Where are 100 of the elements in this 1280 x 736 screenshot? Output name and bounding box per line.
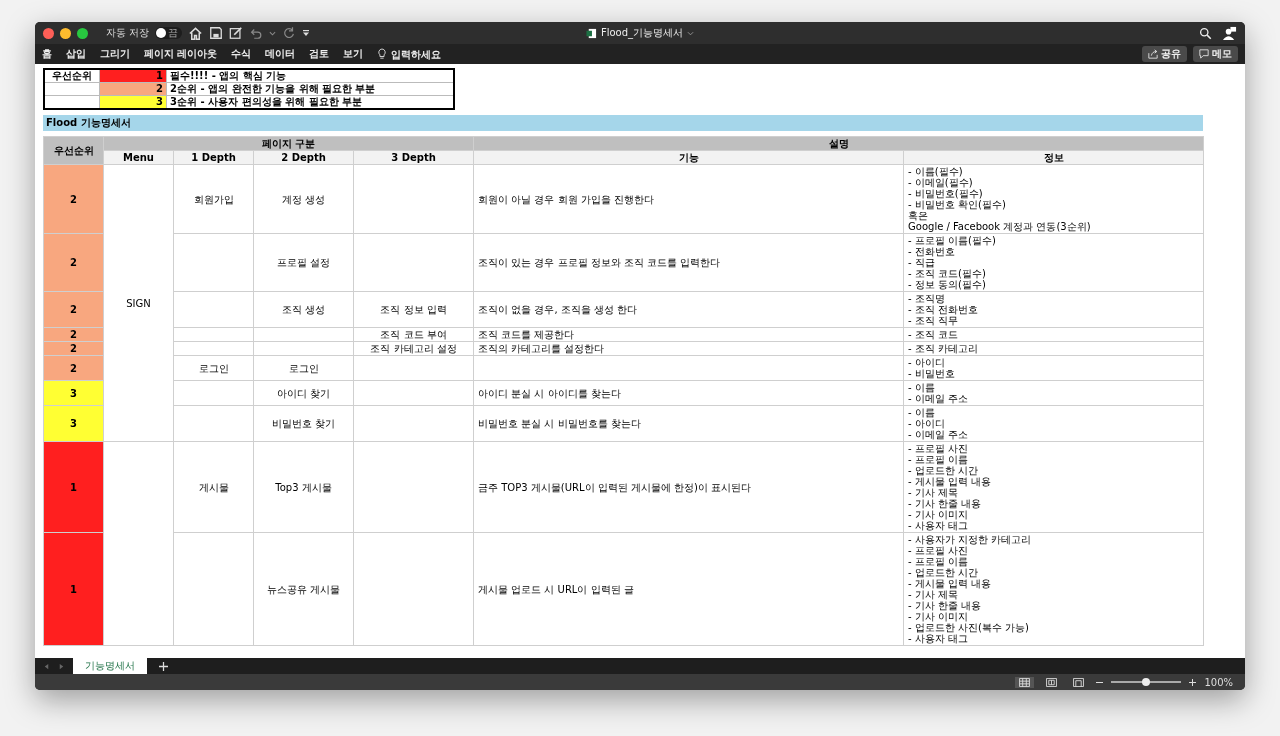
zoom-in-icon[interactable]	[1189, 678, 1197, 686]
table-cell: 아이디 분실 시 아이디를 찾는다	[473, 380, 904, 406]
info-line: - 업로드한 시간	[908, 567, 978, 578]
info-line: - 사용자 태그	[908, 633, 968, 644]
table-cell: 게시물	[173, 441, 254, 533]
table-cell: 조직이 있는 경우 프로필 정보와 조직 코드를 입력한다	[473, 233, 904, 292]
previous-sheet-icon[interactable]	[43, 662, 50, 670]
ribbon-tab[interactable]: 보기	[343, 47, 364, 61]
ribbon-tab[interactable]: 홈	[42, 47, 52, 61]
comments-button[interactable]: 메모	[1193, 46, 1238, 62]
info-line: - 조직 직무	[908, 315, 958, 326]
info-line: - 기사 제목	[908, 589, 958, 600]
priority-cell: 2	[43, 355, 104, 381]
ribbon-tab[interactable]: 페이지 레이아웃	[144, 47, 218, 61]
normal-view-icon[interactable]	[1015, 676, 1035, 688]
info-line: - 이름	[908, 407, 935, 418]
priority-description: 2순위 - 앱의 완전한 기능을 위해 필요한 부분	[166, 82, 454, 96]
table-cell: 회원가입	[173, 164, 254, 234]
share-button[interactable]: 공유	[1142, 46, 1187, 62]
next-sheet-icon[interactable]	[58, 662, 65, 670]
info-line: - 프로필 사진	[908, 443, 968, 454]
zoom-button[interactable]	[77, 27, 88, 39]
info-line: - 아이디	[908, 357, 945, 368]
info-line: - 조직 전화번호	[908, 304, 978, 315]
ribbon-tab[interactable]: 그리기	[100, 47, 130, 61]
info-line: - 기사 한줄 내용	[908, 498, 982, 509]
table-cell: 로그인	[253, 355, 354, 381]
table-cell: 조직의 카테고리를 설정한다	[473, 341, 904, 356]
save-icon[interactable]	[209, 26, 224, 40]
table-cell: 조직 코드를 제공한다	[473, 327, 904, 342]
edit-icon[interactable]	[229, 26, 244, 40]
table-cell: 조직이 없을 경우, 조직을 생성 한다	[473, 291, 904, 328]
ribbon-tab[interactable]: 삽입	[66, 47, 86, 61]
info-line: - 업로드한 사진(복수 가능)	[908, 622, 1029, 633]
table-cell: 게시물 업로드 시 URL이 입력된 글	[473, 532, 904, 646]
share-icon	[1148, 49, 1158, 59]
priority-cell: 2	[43, 233, 104, 292]
info-line: - 직급	[908, 257, 935, 268]
undo-icon[interactable]	[249, 26, 264, 40]
home-icon[interactable]	[188, 25, 204, 41]
table-cell: 조직 정보 입력	[353, 291, 474, 328]
info-line: - 아이디	[908, 418, 945, 429]
info-line: - 이메일 주소	[908, 393, 968, 404]
table-cell: 조직 카테고리 설정	[353, 341, 474, 356]
info-line: - 전화번호	[908, 246, 955, 257]
workbook-icon	[585, 27, 597, 39]
info-line: - 조직 코드(필수)	[908, 268, 986, 279]
info-line: - 비밀번호(필수)	[908, 188, 983, 199]
info-line: - 기사 이미지	[908, 611, 968, 622]
caret-icon[interactable]	[269, 29, 277, 37]
info-line: - 업로드한 시간	[908, 465, 978, 476]
add-sheet-icon[interactable]	[159, 661, 168, 671]
section-banner: Flood 기능명세서	[43, 115, 1203, 131]
autosave-label: 자동 저장	[106, 26, 150, 40]
table-cell: Top3 게시물	[253, 441, 354, 533]
info-line: - 프로필 사진	[908, 545, 968, 556]
info-line: - 조직 카테고리	[908, 343, 978, 354]
ribbon-tab[interactable]: 데이터	[265, 47, 296, 61]
info-line: - 사용자가 지정한 카테고리	[908, 534, 1032, 545]
window-title: Flood_기능명세서	[600, 26, 684, 40]
info-line: - 비밀번호	[908, 368, 955, 379]
legend-title: 우선순위	[52, 70, 92, 81]
info-line: - 프로필 이름	[908, 556, 968, 567]
search-field[interactable]: 입력하세요	[391, 48, 462, 60]
priority-cell: 3	[43, 405, 104, 442]
zoom-level: 100%	[1204, 676, 1233, 688]
redo-icon[interactable]	[282, 26, 297, 40]
close-button[interactable]	[43, 27, 54, 39]
info-line: - 이메일 주소	[908, 429, 968, 440]
person-icon[interactable]	[1222, 25, 1237, 41]
speech-bubble-icon	[1199, 49, 1209, 59]
info-line: - 이메일(필수)	[908, 177, 973, 188]
priority-cell: 3	[43, 380, 104, 406]
info-line: Google / Facebook 계정과 연동(3순위)	[908, 221, 1091, 232]
info-line: - 이름	[908, 382, 935, 393]
ribbon-tab[interactable]: 수식	[231, 47, 252, 61]
lightbulb-icon	[377, 48, 388, 60]
minimize-button[interactable]	[60, 27, 71, 39]
info-line: - 게시물 입력 내용	[908, 476, 992, 487]
info-line: - 정보 동의(필수)	[908, 279, 986, 290]
search-icon[interactable]	[1199, 26, 1212, 40]
table-cell: 조직 코드 부여	[353, 327, 474, 342]
autosave-toggle[interactable]: 끔	[155, 27, 183, 39]
priority-swatch: 1	[99, 69, 167, 83]
table-cell: 조직 생성	[253, 291, 354, 328]
info-line: - 게시물 입력 내용	[908, 578, 992, 589]
group-header: 설명	[473, 136, 1204, 151]
ribbon-tab[interactable]: 검토	[309, 47, 330, 61]
info-line: - 프로필 이름	[908, 454, 968, 465]
sheet-tab[interactable]: 기능명세서	[73, 658, 147, 674]
table-cell: 아이디 찾기	[253, 380, 354, 406]
priority-cell: 1	[43, 532, 104, 646]
info-line: - 비밀번호 확인(필수)	[908, 199, 1006, 210]
info-line: - 사용자 태그	[908, 520, 968, 531]
info-line: - 프로필 이름(필수)	[908, 235, 996, 246]
table-cell: 프로필 설정	[253, 233, 354, 292]
customize-caret-icon[interactable]	[302, 29, 311, 37]
info-line: - 기사 제목	[908, 487, 958, 498]
chevron-icon[interactable]	[687, 29, 695, 37]
table-cell: 계정 생성	[253, 164, 354, 234]
